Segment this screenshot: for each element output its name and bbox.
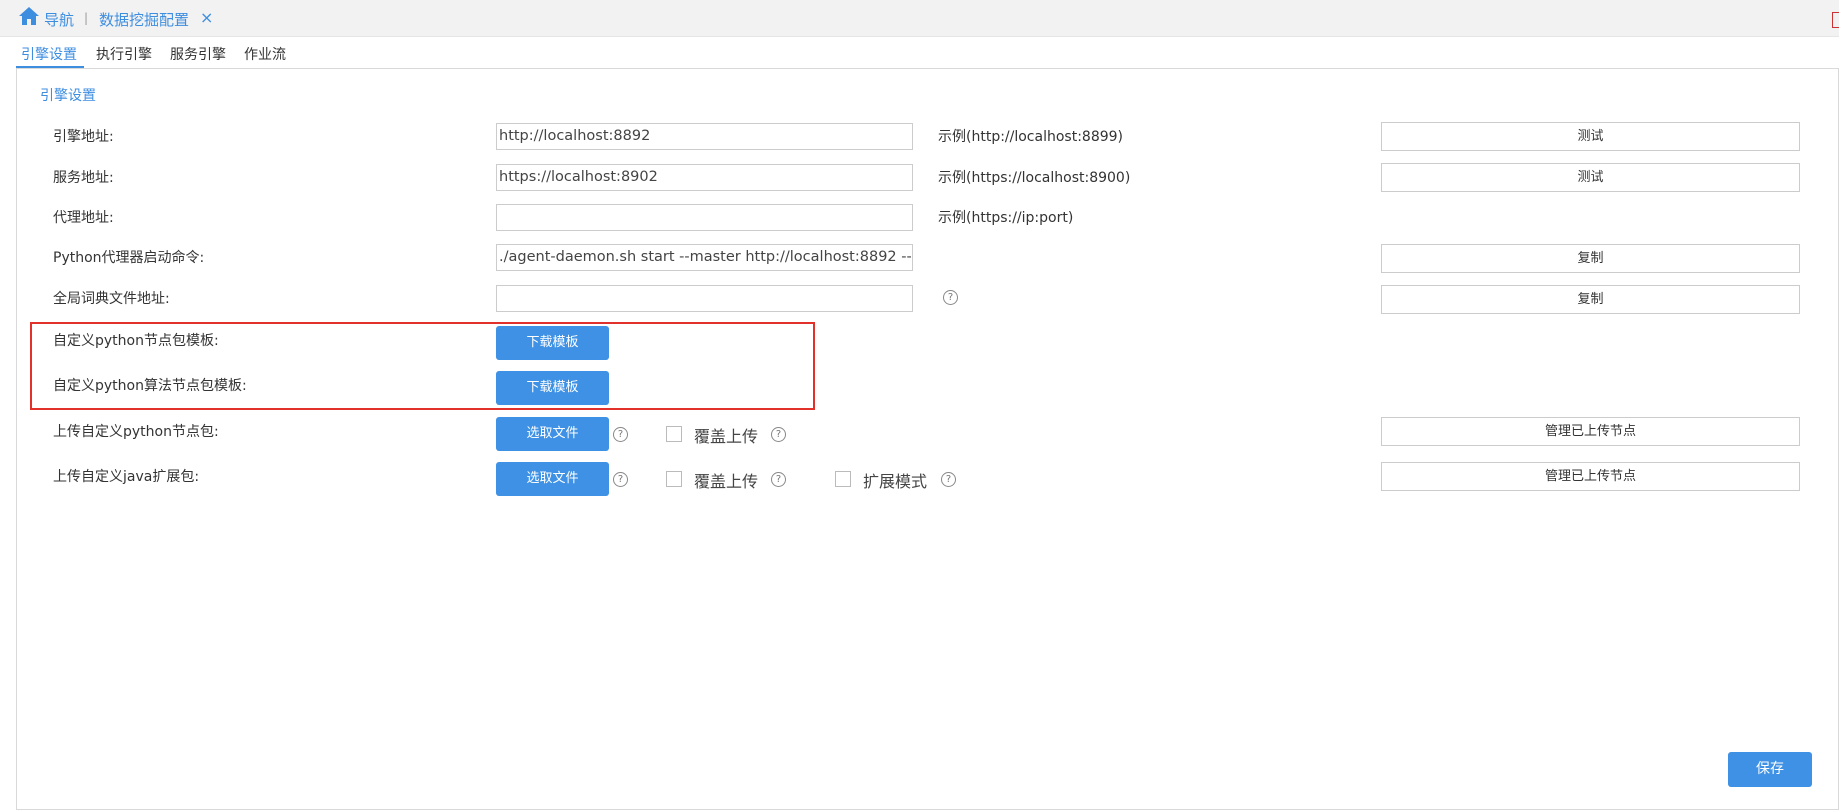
copy-command-button[interactable]: 复制 xyxy=(1381,244,1800,273)
sub-tab-bar: 引擎设置 执行引擎 服务引擎 作业流 xyxy=(0,36,1839,68)
global-dict-input[interactable] xyxy=(496,285,913,312)
proxy-address-input[interactable] xyxy=(496,204,913,231)
window-edge-marker xyxy=(1832,12,1839,28)
test-engine-button[interactable]: 测试 xyxy=(1381,122,1800,151)
nav-home-link[interactable]: 导航 xyxy=(44,9,74,30)
tab-execution-engine[interactable]: 执行引擎 xyxy=(96,44,152,64)
manage-java-nodes-button[interactable]: 管理已上传节点 xyxy=(1381,462,1800,491)
upload-java-label: 上传自定义java扩展包: xyxy=(53,469,200,485)
close-icon[interactable]: × xyxy=(200,8,213,27)
download-python-algo-template-button[interactable]: 下载模板 xyxy=(496,371,609,405)
copy-dict-button[interactable]: 复制 xyxy=(1381,285,1800,314)
top-tab-bar: 导航 | 数据挖掘配置 × xyxy=(0,0,1839,37)
upload-python-label: 上传自定义python节点包: xyxy=(53,424,219,440)
section-title: 引擎设置 xyxy=(40,88,96,104)
overwrite-python-checkbox[interactable] xyxy=(666,426,682,442)
proxy-address-hint: 示例(https://ip:port) xyxy=(938,210,1074,226)
python-proxy-cmd-label: Python代理器启动命令: xyxy=(53,250,205,266)
service-address-label: 服务地址: xyxy=(53,170,114,186)
engine-address-hint: 示例(http://localhost:8899) xyxy=(938,129,1124,145)
tab-service-engine[interactable]: 服务引擎 xyxy=(170,44,226,64)
help-icon[interactable]: ? xyxy=(771,472,786,487)
service-address-hint: 示例(https://localhost:8900) xyxy=(938,170,1131,186)
help-icon[interactable]: ? xyxy=(613,427,628,442)
choose-java-file-button[interactable]: 选取文件 xyxy=(496,462,609,496)
manage-python-nodes-button[interactable]: 管理已上传节点 xyxy=(1381,417,1800,446)
help-icon[interactable]: ? xyxy=(941,472,956,487)
engine-address-label: 引擎地址: xyxy=(53,129,114,145)
overwrite-java-label: 覆盖上传 xyxy=(694,472,759,491)
engine-address-input[interactable]: http://localhost:8892 xyxy=(496,123,913,150)
help-icon[interactable]: ? xyxy=(771,427,786,442)
tab-data-mining-config[interactable]: 数据挖掘配置 xyxy=(99,9,189,30)
home-icon[interactable] xyxy=(18,6,40,26)
python-proxy-cmd-input[interactable]: ./agent-daemon.sh start --master http://… xyxy=(496,244,913,271)
proxy-address-label: 代理地址: xyxy=(53,210,114,226)
python-algo-template-label: 自定义python算法节点包模板: xyxy=(53,378,247,394)
test-service-button[interactable]: 测试 xyxy=(1381,163,1800,192)
tab-engine-settings[interactable]: 引擎设置 xyxy=(21,44,77,64)
tab-workflow[interactable]: 作业流 xyxy=(244,44,286,64)
help-icon[interactable]: ? xyxy=(943,290,958,305)
choose-python-file-button[interactable]: 选取文件 xyxy=(496,417,609,451)
overwrite-java-checkbox[interactable] xyxy=(666,471,682,487)
help-icon[interactable]: ? xyxy=(613,472,628,487)
overwrite-python-label: 覆盖上传 xyxy=(694,427,759,446)
global-dict-label: 全局词典文件地址: xyxy=(53,291,170,307)
extend-mode-checkbox[interactable] xyxy=(835,471,851,487)
extend-mode-label: 扩展模式 xyxy=(863,472,928,491)
service-address-input[interactable]: https://localhost:8902 xyxy=(496,164,913,191)
save-button[interactable]: 保存 xyxy=(1728,752,1812,787)
tab-separator: | xyxy=(84,11,89,25)
download-python-node-template-button[interactable]: 下载模板 xyxy=(496,326,609,360)
python-node-template-label: 自定义python节点包模板: xyxy=(53,333,219,349)
